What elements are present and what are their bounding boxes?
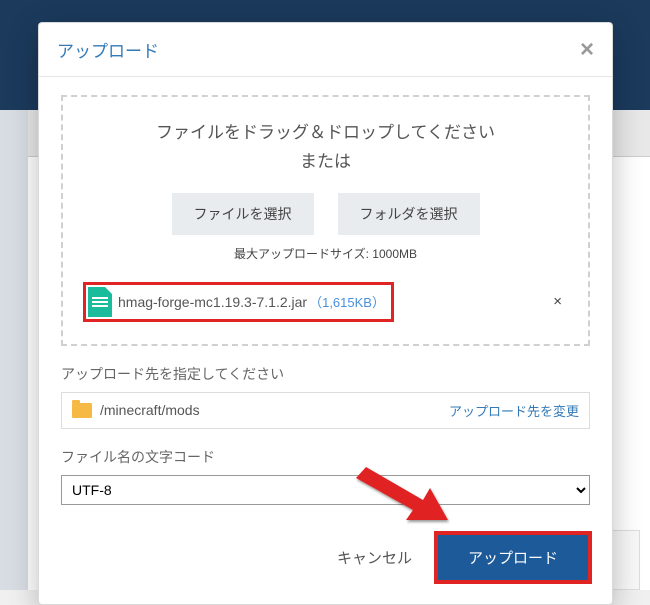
encoding-label: ファイル名の文字コード	[61, 447, 590, 467]
select-file-button[interactable]: ファイルを選択	[172, 193, 314, 235]
drop-line1: ファイルをドラッグ＆ドロップしてください	[156, 123, 495, 142]
destination-row: /minecraft/mods アップロード先を変更	[61, 392, 590, 429]
file-icon	[88, 287, 112, 317]
select-folder-button[interactable]: フォルダを選択	[338, 193, 480, 235]
remove-file-icon[interactable]: ×	[547, 293, 568, 310]
destination-path: /minecraft/mods	[100, 402, 200, 418]
upload-button[interactable]: アップロード	[438, 535, 588, 580]
modal-title: アップロード	[57, 37, 159, 62]
drop-instruction: ファイルをドラッグ＆ドロップしてください または	[79, 119, 572, 177]
cancel-button[interactable]: キャンセル	[337, 547, 412, 568]
close-icon[interactable]: ×	[580, 38, 594, 62]
max-size-label: 最大アップロードサイズ: 1000MB	[79, 245, 572, 262]
encoding-select[interactable]: UTF-8	[61, 475, 590, 505]
file-row: hmag-forge-mc1.19.3-7.1.2.jar （1,615KB） …	[79, 276, 572, 328]
destination-label: アップロード先を指定してください	[61, 364, 590, 384]
dropzone[interactable]: ファイルをドラッグ＆ドロップしてください または ファイルを選択 フォルダを選択…	[61, 95, 590, 346]
drop-line2: または	[300, 152, 351, 171]
file-name: hmag-forge-mc1.19.3-7.1.2.jar	[118, 294, 307, 310]
folder-icon	[72, 403, 92, 418]
file-size: （1,615KB）	[309, 292, 385, 311]
modal-header: アップロード ×	[39, 23, 612, 77]
change-destination-link[interactable]: アップロード先を変更	[449, 401, 579, 420]
upload-modal: アップロード × ファイルをドラッグ＆ドロップしてください または ファイルを選…	[38, 22, 613, 605]
